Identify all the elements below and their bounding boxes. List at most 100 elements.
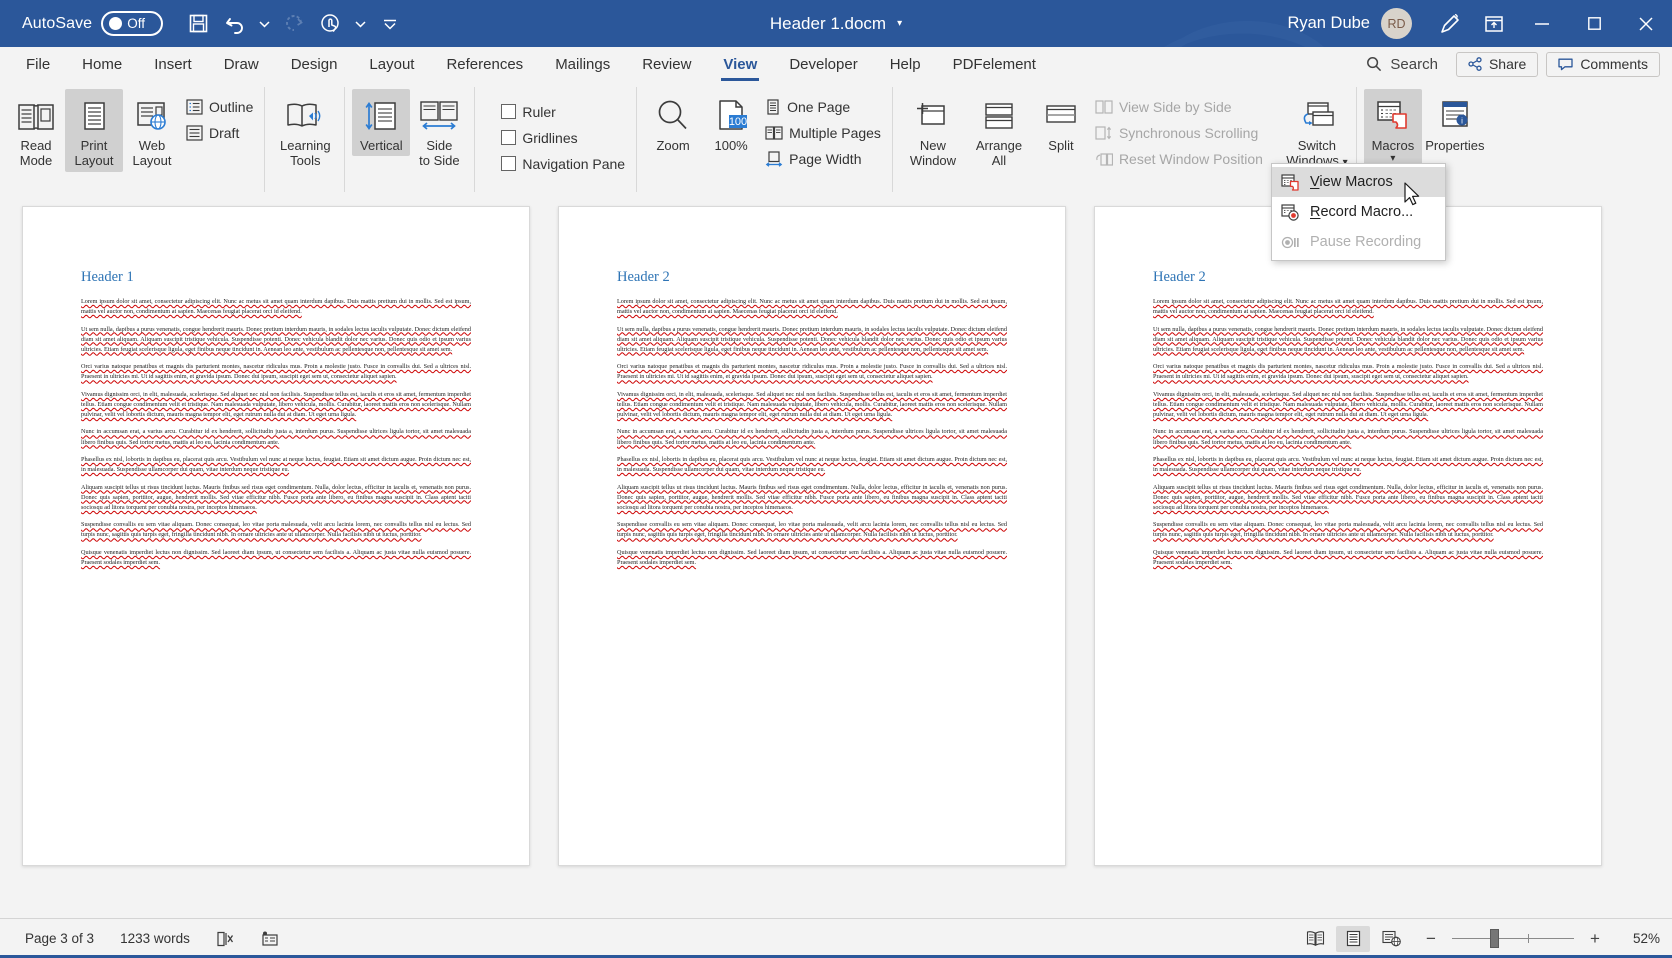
tab-mailings[interactable]: Mailings	[539, 47, 626, 81]
outline-label: Outline	[209, 98, 254, 115]
navigation-pane-checkbox-row[interactable]: Navigation Pane	[496, 151, 630, 176]
save-icon[interactable]	[181, 7, 215, 41]
new-window-label-2: Window	[909, 153, 957, 169]
minimize-button[interactable]	[1516, 0, 1568, 47]
page-width-label: Page Width	[789, 150, 862, 167]
web-layout-icon	[134, 94, 170, 138]
accessibility-checker-icon[interactable]	[247, 931, 292, 947]
page-indicator[interactable]: Page 3 of 3	[12, 931, 107, 946]
multiple-pages-icon	[765, 125, 783, 140]
undo-icon[interactable]	[218, 7, 252, 41]
zoom-small-buttons: One Page Multiple Pages Page Width	[760, 89, 886, 171]
tab-view[interactable]: View	[707, 47, 773, 81]
touch-dropdown-caret[interactable]	[351, 7, 370, 41]
document-paragraph: Orci varius natoque penatibus et magnis …	[81, 363, 471, 381]
zoom-in-button[interactable]: +	[1585, 929, 1605, 949]
document-page[interactable]: Header 2 Lorem ipsum dolor sit amet, cons…	[558, 206, 1066, 866]
zoom-100-icon: 100	[713, 94, 749, 138]
tab-home[interactable]: Home	[66, 47, 138, 81]
customize-qat-caret[interactable]	[373, 7, 407, 41]
zoom-slider[interactable]: − +	[1421, 929, 1605, 949]
document-paragraph: Nunc in accumsan erat, a varius arcu. Cu…	[617, 428, 1007, 446]
read-mode-button[interactable]: Read Mode	[7, 89, 65, 172]
search-placeholder: Search	[1390, 55, 1438, 73]
tab-design[interactable]: Design	[275, 47, 354, 81]
word-count[interactable]: 1233 words	[107, 931, 203, 946]
draft-button[interactable]: Draft	[181, 120, 258, 145]
avatar[interactable]: RD	[1381, 8, 1412, 39]
multiple-pages-button[interactable]: Multiple Pages	[760, 120, 886, 145]
one-page-button[interactable]: One Page	[760, 94, 886, 119]
new-window-button[interactable]: New Window	[900, 89, 966, 172]
share-label: Share	[1488, 56, 1527, 72]
proofing-errors-icon[interactable]	[203, 931, 247, 947]
autosave-control[interactable]: AutoSave Off	[22, 11, 164, 36]
share-icon	[1468, 57, 1482, 71]
search-input[interactable]: Search	[1356, 56, 1448, 73]
zoom-100-label-1: 100%	[714, 138, 748, 153]
svg-text:i: i	[1461, 117, 1463, 126]
touch-mode-icon[interactable]	[314, 7, 348, 41]
window-small-buttons: View Side by Side Synchronous Scrolling …	[1090, 89, 1268, 171]
zoom-100-button[interactable]: 100 100%	[702, 89, 760, 156]
ruler-checkbox[interactable]	[501, 104, 517, 119]
comments-button[interactable]: Comments	[1546, 51, 1660, 77]
read-mode-view-icon[interactable]	[1298, 926, 1332, 952]
document-page[interactable]: Header 2 Lorem ipsum dolor sit amet, cons…	[1094, 206, 1602, 866]
share-button[interactable]: Share	[1455, 51, 1539, 77]
zoom-thumb[interactable]	[1489, 929, 1499, 948]
zoom-out-button[interactable]: −	[1421, 929, 1441, 949]
tab-developer[interactable]: Developer	[773, 47, 873, 81]
tab-pdfelement[interactable]: PDFelement	[937, 47, 1052, 81]
document-paragraph: Suspendisse convallis eu sem vitae aliqu…	[1153, 521, 1543, 539]
page-heading: Header 2	[1153, 269, 1206, 285]
side-to-side-button[interactable]: Side to Side	[410, 89, 468, 172]
learning-tools-button[interactable]: Learning Tools	[272, 89, 338, 172]
new-window-icon	[914, 94, 952, 138]
vertical-label-1: Vertical	[360, 138, 403, 153]
switch-windows-button[interactable]: Switch Windows ▾	[1284, 89, 1350, 172]
reset-window-position-label: Reset Window Position	[1118, 150, 1263, 167]
print-layout-button[interactable]: Print Layout	[65, 89, 123, 172]
tab-review[interactable]: Review	[626, 47, 707, 81]
tab-help[interactable]: Help	[874, 47, 937, 81]
web-layout-button[interactable]: Web Layout	[123, 89, 181, 172]
document-canvas[interactable]: Header 1 Lorem ipsum dolor sit amet, cons…	[0, 192, 1672, 918]
web-layout-view-icon[interactable]	[1374, 926, 1408, 952]
page-width-button[interactable]: Page Width	[760, 146, 886, 171]
print-layout-view-icon[interactable]	[1336, 925, 1370, 952]
document-paragraph: Quisque venenatis imperdiet lectus non d…	[1153, 548, 1543, 566]
close-button[interactable]	[1620, 0, 1672, 47]
user-name[interactable]: Ryan Dube	[1287, 14, 1370, 33]
print-layout-icon	[77, 94, 111, 138]
tab-layout[interactable]: Layout	[353, 47, 430, 81]
document-page[interactable]: Header 1 Lorem ipsum dolor sit amet, cons…	[22, 206, 530, 866]
macros-dropdown-menu: View Macros Record Macro... Pause Record…	[1271, 163, 1446, 261]
split-button[interactable]: Split	[1032, 89, 1090, 156]
tab-insert[interactable]: Insert	[138, 47, 208, 81]
draft-label: Draft	[209, 124, 240, 141]
properties-button[interactable]: i Properties	[1422, 89, 1488, 156]
tab-file[interactable]: File	[10, 47, 66, 81]
zoom-level-label[interactable]: 52%	[1618, 931, 1660, 946]
outline-button[interactable]: Outline	[181, 94, 258, 119]
autosave-toggle[interactable]: Off	[101, 11, 164, 36]
tab-references[interactable]: References	[430, 47, 539, 81]
tab-draw[interactable]: Draw	[208, 47, 275, 81]
vertical-button[interactable]: Vertical	[352, 89, 411, 157]
autosave-state-label: Off	[127, 16, 145, 31]
zoom-track[interactable]	[1452, 929, 1574, 948]
undo-dropdown-caret[interactable]	[255, 7, 274, 41]
zoom-button[interactable]: Zoom	[644, 89, 702, 156]
pen-icon[interactable]	[1428, 0, 1472, 47]
gridlines-checkbox-row[interactable]: Gridlines	[496, 125, 630, 150]
read-mode-icon	[17, 94, 55, 138]
ruler-checkbox-row[interactable]: Ruler	[496, 99, 630, 124]
arrange-all-button[interactable]: Arrange All	[966, 89, 1032, 172]
gridlines-checkbox[interactable]	[501, 130, 517, 145]
navigation-pane-checkbox[interactable]	[501, 156, 517, 171]
maximize-button[interactable]	[1568, 0, 1620, 47]
document-title-caret[interactable]: ▾	[897, 18, 902, 29]
svg-text:100: 100	[729, 116, 747, 128]
ribbon-display-options-icon[interactable]	[1472, 0, 1516, 47]
